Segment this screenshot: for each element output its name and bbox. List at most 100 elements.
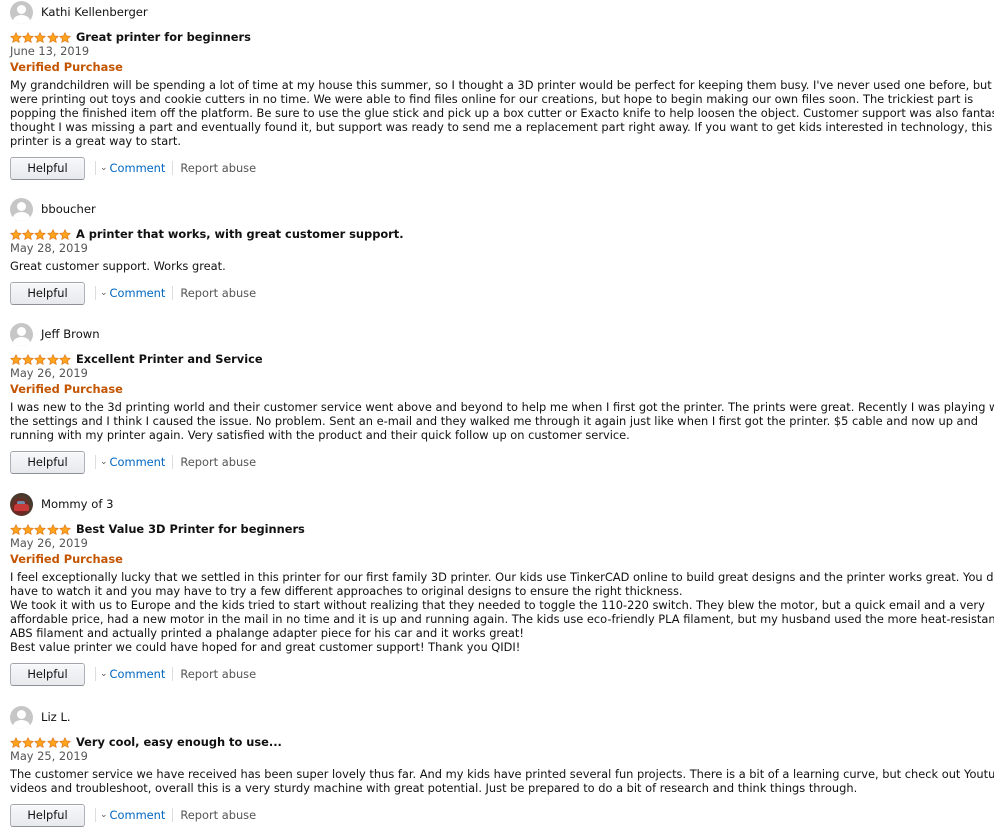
review-body-line: running with my printer again. Very sati… bbox=[10, 428, 630, 442]
star-icon bbox=[46, 353, 59, 365]
reviewer-name[interactable]: Liz L. bbox=[41, 710, 71, 724]
reviewer-name[interactable]: Jeff Brown bbox=[41, 327, 100, 341]
helpful-button[interactable]: Helpful bbox=[10, 281, 85, 305]
report-abuse-link[interactable]: Report abuse bbox=[180, 455, 256, 469]
review-body-line: ABS filament and actually printed a phal… bbox=[10, 626, 524, 640]
divider bbox=[172, 667, 174, 681]
star-icon bbox=[59, 523, 71, 535]
report-abuse-link[interactable]: Report abuse bbox=[180, 161, 256, 175]
avatar[interactable] bbox=[10, 197, 33, 221]
star-icon bbox=[59, 228, 71, 240]
five-star-icon[interactable] bbox=[10, 353, 71, 365]
star-icon bbox=[22, 228, 34, 240]
review: Kathi Kellenberger Great printer for beg… bbox=[10, 0, 994, 180]
comment-link[interactable]: Comment bbox=[110, 161, 166, 175]
comment-link[interactable]: Comment bbox=[110, 667, 166, 681]
review-title[interactable]: A printer that works, with great custome… bbox=[76, 227, 404, 241]
review-body-line: thought I was missing a part and eventua… bbox=[10, 120, 993, 134]
report-abuse-link[interactable]: Report abuse bbox=[180, 667, 256, 681]
five-star-icon[interactable] bbox=[10, 736, 71, 748]
comment-link[interactable]: Comment bbox=[110, 286, 166, 300]
star-icon bbox=[46, 31, 59, 43]
star-icon bbox=[46, 523, 59, 535]
review-date: May 28, 2019 bbox=[10, 241, 88, 255]
divider bbox=[95, 667, 96, 681]
avatar[interactable] bbox=[10, 492, 33, 516]
avatar[interactable] bbox=[10, 322, 33, 346]
review-body: Great customer support. Works great. bbox=[10, 259, 980, 273]
star-icon bbox=[34, 353, 47, 365]
chevron-down-icon[interactable]: ⌄ bbox=[100, 808, 108, 822]
review-date: May 26, 2019 bbox=[10, 536, 88, 550]
divider bbox=[172, 286, 174, 300]
review: Liz L. Very cool, easy enough to use... … bbox=[10, 705, 994, 827]
reviewer-name[interactable]: Mommy of 3 bbox=[41, 497, 113, 511]
review-body: My grandchildren will be spending a lot … bbox=[10, 78, 994, 148]
review-body-line: Great customer support. Works great. bbox=[10, 259, 226, 273]
reviewer-name[interactable]: Kathi Kellenberger bbox=[41, 5, 148, 19]
chevron-down-icon[interactable]: ⌄ bbox=[100, 455, 108, 469]
chevron-down-icon[interactable]: ⌄ bbox=[100, 667, 108, 681]
review-body-line: We took it with us to Europe and the kid… bbox=[10, 598, 985, 612]
divider bbox=[172, 161, 174, 175]
reviewer-profile[interactable]: bboucher bbox=[10, 197, 980, 221]
review-body-line: Best value printer we could have hoped f… bbox=[10, 640, 521, 654]
review-actions: Helpful ⌄ Comment Report abuse bbox=[10, 803, 980, 827]
verified-purchase-badge: Verified Purchase bbox=[10, 552, 123, 566]
review-body: The customer service we have received ha… bbox=[10, 767, 994, 795]
star-icon bbox=[59, 736, 71, 748]
helpful-button[interactable]: Helpful bbox=[10, 450, 85, 474]
star-icon bbox=[34, 523, 47, 535]
star-icon bbox=[59, 31, 71, 43]
star-icon bbox=[10, 31, 22, 43]
review-title[interactable]: Best Value 3D Printer for beginners bbox=[76, 522, 305, 536]
review-body-line: the settings and I think I caused the is… bbox=[10, 414, 978, 428]
star-icon bbox=[10, 353, 22, 365]
report-abuse-link[interactable]: Report abuse bbox=[180, 286, 256, 300]
reviewer-profile[interactable]: Jeff Brown bbox=[10, 322, 980, 346]
divider bbox=[95, 161, 96, 175]
verified-purchase-badge: Verified Purchase bbox=[10, 60, 123, 74]
comment-link[interactable]: Comment bbox=[110, 808, 166, 822]
avatar[interactable] bbox=[10, 705, 33, 729]
verified-purchase-badge: Verified Purchase bbox=[10, 382, 123, 396]
reviewer-name[interactable]: bboucher bbox=[41, 202, 96, 216]
review-title[interactable]: Very cool, easy enough to use... bbox=[76, 735, 282, 749]
review-title[interactable]: Excellent Printer and Service bbox=[76, 352, 263, 366]
star-icon bbox=[34, 736, 47, 748]
review-body-line: I was new to the 3d printing world and t… bbox=[10, 400, 994, 414]
review-date: June 13, 2019 bbox=[10, 44, 90, 58]
review-actions: Helpful ⌄ Comment Report abuse bbox=[10, 156, 980, 180]
divider bbox=[95, 286, 96, 300]
star-icon bbox=[10, 523, 22, 535]
star-icon bbox=[22, 31, 34, 43]
star-icon bbox=[34, 31, 47, 43]
review-title[interactable]: Great printer for beginners bbox=[76, 30, 251, 44]
report-abuse-link[interactable]: Report abuse bbox=[180, 808, 256, 822]
five-star-icon[interactable] bbox=[10, 523, 71, 535]
star-icon bbox=[22, 353, 34, 365]
review-actions: Helpful ⌄ Comment Report abuse bbox=[10, 281, 980, 305]
five-star-icon[interactable] bbox=[10, 31, 71, 43]
star-icon bbox=[10, 736, 22, 748]
divider bbox=[172, 808, 174, 822]
reviewer-profile[interactable]: Mommy of 3 bbox=[10, 492, 980, 516]
review-date: May 25, 2019 bbox=[10, 749, 88, 763]
five-star-icon[interactable] bbox=[10, 228, 71, 240]
comment-link[interactable]: Comment bbox=[110, 455, 166, 469]
helpful-button[interactable]: Helpful bbox=[10, 156, 85, 180]
star-icon bbox=[22, 523, 34, 535]
star-icon bbox=[46, 736, 59, 748]
review: bboucher A printer that works, with grea… bbox=[10, 197, 980, 305]
divider bbox=[95, 808, 96, 822]
avatar[interactable] bbox=[10, 0, 33, 24]
helpful-button[interactable]: Helpful bbox=[10, 662, 85, 686]
chevron-down-icon[interactable]: ⌄ bbox=[100, 161, 108, 175]
review-body-line: I feel exceptionally lucky that we settl… bbox=[10, 570, 994, 584]
reviewer-profile[interactable]: Liz L. bbox=[10, 705, 980, 729]
divider bbox=[172, 455, 174, 469]
review-body-line: affordable price, had a new motor in the… bbox=[10, 612, 994, 626]
helpful-button[interactable]: Helpful bbox=[10, 803, 85, 827]
reviewer-profile[interactable]: Kathi Kellenberger bbox=[10, 0, 980, 24]
chevron-down-icon[interactable]: ⌄ bbox=[100, 286, 108, 300]
